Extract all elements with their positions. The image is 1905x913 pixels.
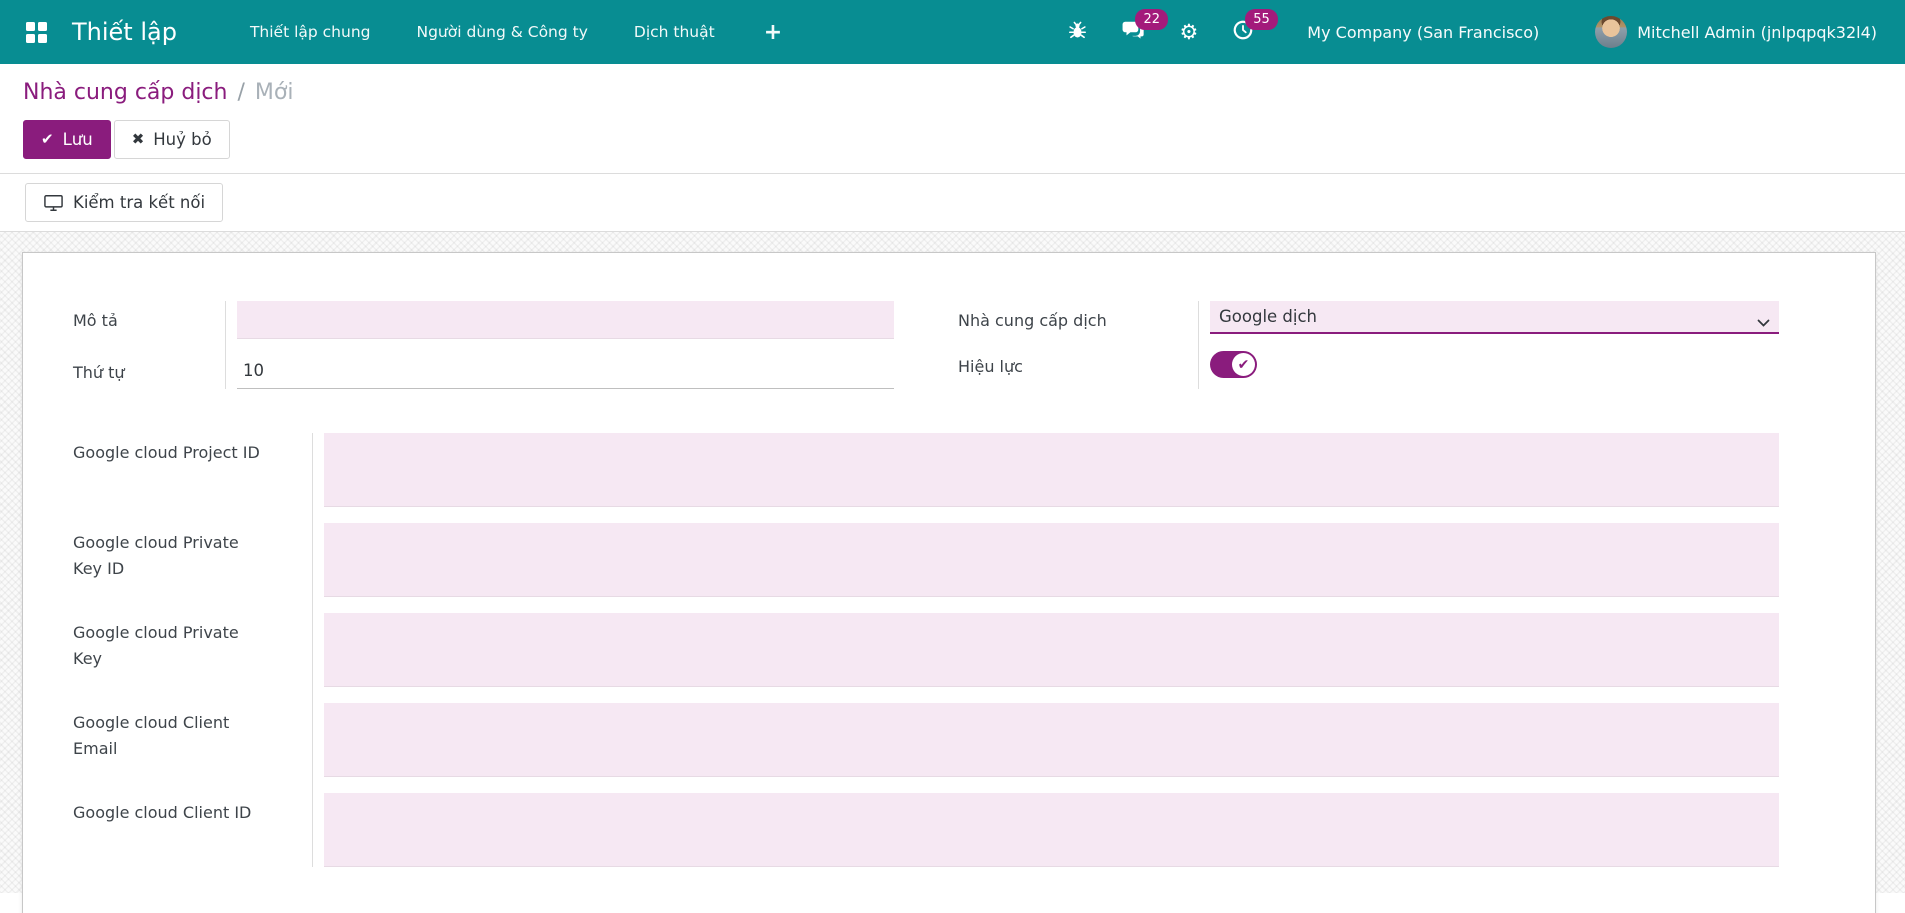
- gears-icon: ⚙: [1179, 19, 1199, 44]
- messages-button[interactable]: 22: [1109, 0, 1168, 64]
- activities-badge: 55: [1245, 9, 1278, 30]
- description-label: Mô tả: [73, 311, 118, 330]
- form-statusbar: Kiểm tra kết nối: [0, 173, 1905, 232]
- user-name: Mitchell Admin (jnlpqpqk32l4): [1637, 22, 1877, 42]
- sequence-input[interactable]: [237, 353, 894, 389]
- group-left: Mô tả Thứ tự: [73, 301, 894, 389]
- menu-general-settings[interactable]: Thiết lập chung: [227, 0, 394, 64]
- project-id-label: Google cloud Project ID: [73, 443, 260, 462]
- field-row-active: Hiệu lực ✔: [958, 351, 1779, 380]
- check-icon: ✔: [41, 130, 54, 148]
- bug-icon: [1067, 20, 1088, 45]
- company-name: My Company (San Francisco): [1307, 22, 1540, 42]
- form-view-background: Mô tả Thứ tự Nhà cung cấp dịch: [0, 232, 1905, 913]
- menu-translation[interactable]: Dịch thuật: [611, 0, 738, 64]
- field-row-client-id: Google cloud Client ID: [73, 793, 1779, 867]
- debug-button[interactable]: [1054, 0, 1101, 64]
- messages-badge: 22: [1135, 9, 1168, 30]
- active-toggle[interactable]: ✔: [1210, 351, 1257, 378]
- main-menu: Thiết lập chung Người dùng & Công ty Dịc…: [227, 0, 808, 64]
- avatar: [1595, 16, 1628, 48]
- monitor-icon: [43, 194, 64, 212]
- private-key-id-textarea[interactable]: [324, 523, 1779, 597]
- settings-gear-button[interactable]: ⚙: [1166, 0, 1211, 64]
- client-id-label: Google cloud Client ID: [73, 803, 252, 822]
- provider-select[interactable]: Google dịch: [1210, 301, 1779, 334]
- field-row-client-email: Google cloud Client Email: [73, 703, 1779, 777]
- toggle-check-icon: ✔: [1232, 353, 1255, 376]
- save-button-label: Lưu: [62, 130, 93, 149]
- apps-menu-button[interactable]: [14, 0, 58, 64]
- top-navbar: Thiết lập Thiết lập chung Người dùng & C…: [0, 0, 1905, 64]
- description-input[interactable]: [237, 301, 894, 339]
- group-google-cloud: Google cloud Project ID Google cloud Pri…: [73, 433, 1779, 867]
- apps-grid-icon: [25, 21, 47, 43]
- sequence-label: Thứ tự: [73, 363, 125, 382]
- field-row-project-id: Google cloud Project ID: [73, 433, 1779, 507]
- discard-button-label: Huỷ bỏ: [153, 130, 212, 149]
- action-buttons: ✔ Lưu ✖ Huỷ bỏ: [23, 120, 1905, 159]
- company-switcher[interactable]: My Company (San Francisco): [1285, 0, 1561, 64]
- breadcrumb: Nhà cung cấp dịch / Mới: [23, 80, 1905, 105]
- active-label: Hiệu lực: [958, 357, 1023, 376]
- breadcrumb-separator: /: [237, 80, 245, 105]
- client-id-textarea[interactable]: [324, 793, 1779, 867]
- project-id-textarea[interactable]: [324, 433, 1779, 507]
- test-connection-button[interactable]: Kiểm tra kết nối: [25, 183, 224, 222]
- menu-users-companies[interactable]: Người dùng & Công ty: [394, 0, 611, 64]
- user-menu[interactable]: Mitchell Admin (jnlpqpqk32l4): [1591, 0, 1881, 64]
- private-key-textarea[interactable]: [324, 613, 1779, 687]
- field-row-sequence: Thứ tự: [73, 353, 894, 389]
- app-title[interactable]: Thiết lập: [64, 18, 185, 46]
- breadcrumb-parent-link[interactable]: Nhà cung cấp dịch: [23, 80, 227, 105]
- field-row-description: Mô tả: [73, 301, 894, 339]
- group-right: Nhà cung cấp dịch Google dịch Hiệu lực ✔: [958, 301, 1779, 389]
- breadcrumb-current: Mới: [254, 80, 294, 105]
- control-panel: Nhà cung cấp dịch / Mới ✔ Lưu ✖ Huỷ bỏ: [0, 64, 1905, 159]
- provider-label: Nhà cung cấp dịch: [958, 311, 1107, 330]
- activities-button[interactable]: 55: [1219, 0, 1278, 64]
- label-separator-line: [225, 301, 226, 389]
- field-row-private-key-id: Google cloud Private Key ID: [73, 523, 1779, 597]
- private-key-id-label: Google cloud Private Key ID: [73, 533, 239, 578]
- private-key-label: Google cloud Private Key: [73, 623, 239, 668]
- save-button[interactable]: ✔ Lưu: [23, 120, 111, 159]
- field-row-provider: Nhà cung cấp dịch Google dịch: [958, 301, 1779, 334]
- label-separator-line: [312, 433, 313, 867]
- systray: 22 ⚙ 55: [1054, 0, 1278, 64]
- client-email-textarea[interactable]: [324, 703, 1779, 777]
- menu-plus-button[interactable]: +: [738, 0, 808, 64]
- field-row-private-key: Google cloud Private Key: [73, 613, 1779, 687]
- top-field-groups: Mô tả Thứ tự Nhà cung cấp dịch: [73, 301, 1779, 389]
- discard-button[interactable]: ✖ Huỷ bỏ: [113, 120, 230, 159]
- close-icon: ✖: [131, 130, 145, 148]
- form-sheet: Mô tả Thứ tự Nhà cung cấp dịch: [22, 252, 1876, 913]
- client-email-label: Google cloud Client Email: [73, 713, 230, 758]
- test-connection-label: Kiểm tra kết nối: [73, 193, 206, 212]
